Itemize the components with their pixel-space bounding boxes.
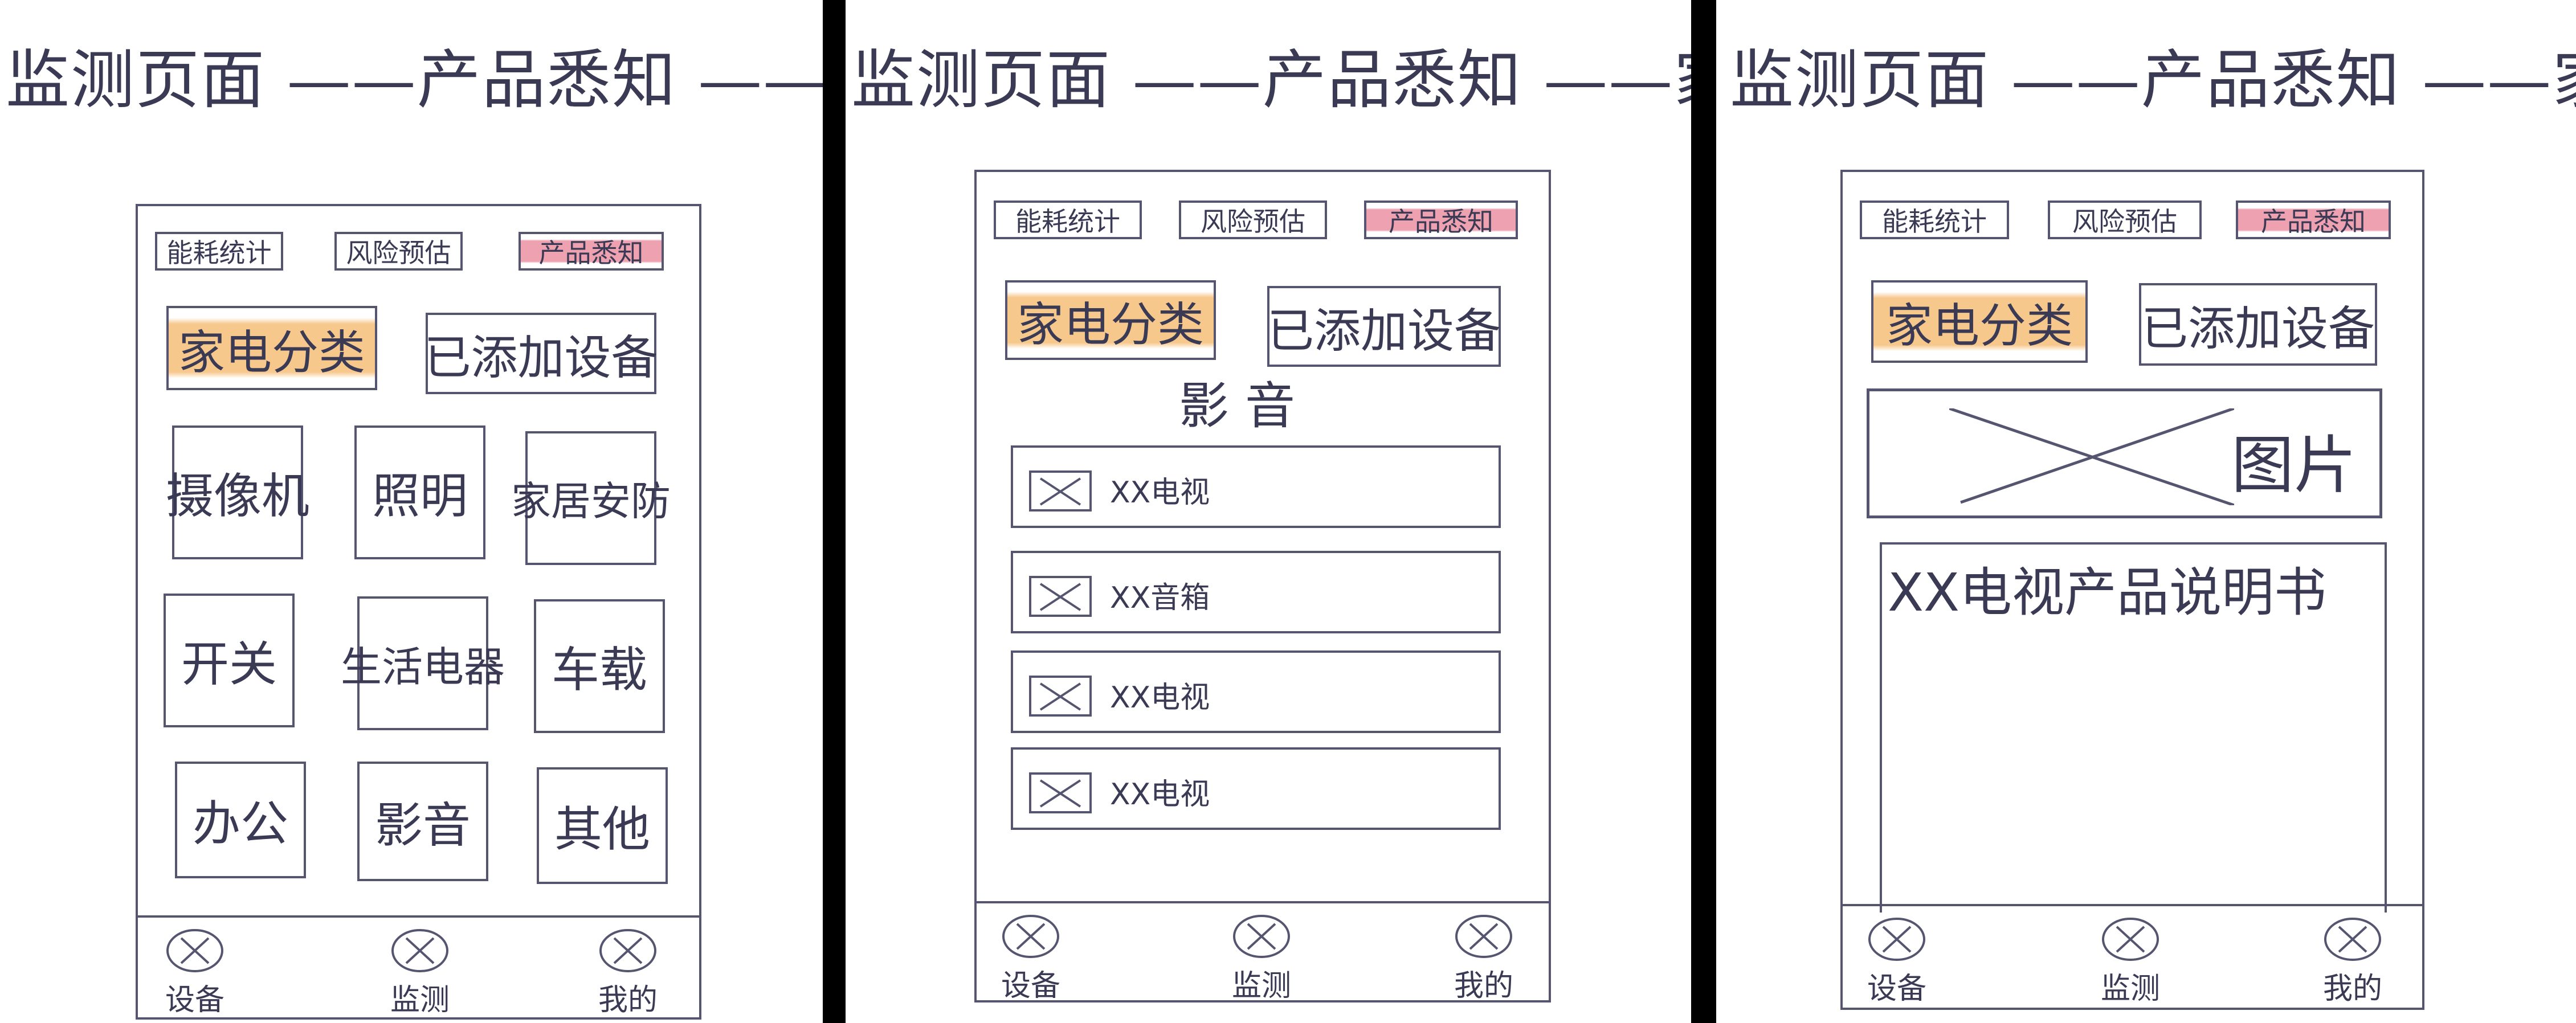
nav-monitor[interactable]: 监测 (2088, 916, 2173, 1007)
nav-devices[interactable]: 设备 (1854, 916, 1940, 1007)
segment-added-devices[interactable]: 已添加设备 (424, 313, 658, 394)
nav-mine[interactable]: 我的 (1441, 914, 1526, 1004)
nav-devices-label: 设备 (1001, 969, 1060, 1003)
segment-added-devices[interactable]: 已添加设备 (2139, 283, 2377, 366)
profile-placeholder-icon (599, 929, 656, 972)
product-manual-panel: XX电视产品说明书 (1880, 542, 2387, 912)
category-tile-switch[interactable]: 开关 (164, 594, 295, 727)
nav-monitor-label: 监测 (1231, 969, 1291, 1003)
list-item-label: XX电视 (1110, 681, 1210, 715)
nav-devices[interactable]: 设备 (152, 928, 238, 1018)
category-tile-other[interactable]: 其他 (537, 767, 668, 884)
category-tile-audio-video[interactable]: 影音 (357, 762, 488, 881)
category-tile-lighting[interactable]: 照明 (354, 425, 485, 559)
category-tile-home-security[interactable]: 家居安防 (511, 431, 671, 565)
tab-product-knowledge[interactable]: 产品悉知 (1364, 200, 1518, 239)
manual-title: XX电视产品说明书 (1888, 562, 2327, 623)
wireframe-panel-product-manual: 监测页面 ——产品悉知 ——家电分类 能耗统计 风险预估 产品悉知 家电分类 已… (1716, 0, 2576, 1023)
nav-monitor[interactable]: 监测 (1219, 914, 1304, 1004)
thumbnail-placeholder-icon (1029, 676, 1092, 717)
image-label: 图片 (2231, 429, 2357, 502)
page-title: 监测页面 ——产品悉知 ——家电分类 (6, 43, 823, 117)
segment-appliance-categories[interactable]: 家电分类 (166, 306, 377, 390)
list-item-label: XX电视 (1110, 476, 1210, 510)
nav-monitor-label: 监测 (390, 983, 450, 1017)
list-item[interactable]: XX电视 (1011, 650, 1501, 733)
nav-devices[interactable]: 设备 (988, 914, 1073, 1004)
device-placeholder-icon (1868, 918, 1925, 961)
monitor-placeholder-icon (2102, 918, 2159, 961)
tab-risk-estimate[interactable]: 风险预估 (2048, 200, 2202, 239)
segment-appliance-categories[interactable]: 家电分类 (1871, 280, 2088, 363)
nav-monitor-label: 监测 (2100, 972, 2160, 1006)
nav-devices-label: 设备 (165, 983, 224, 1017)
category-tile-appliances[interactable]: 生活电器 (341, 596, 505, 730)
page-title: 监测页面 ——产品悉知 ——家电分类 (1730, 43, 2576, 117)
tab-energy-stats[interactable]: 能耗统计 (994, 200, 1142, 239)
nav-devices-label: 设备 (1867, 972, 1926, 1006)
thumbnail-placeholder-icon (1029, 576, 1092, 617)
nav-mine[interactable]: 我的 (2310, 916, 2395, 1007)
image-placeholder-icon (1949, 408, 2234, 505)
category-tile-vehicle[interactable]: 车载 (534, 599, 665, 733)
tab-risk-estimate[interactable]: 风险预估 (334, 232, 463, 271)
nav-monitor[interactable]: 监测 (377, 928, 463, 1018)
wireframe-panel-category-grid: 监测页面 ——产品悉知 ——家电分类 能耗统计 风险预估 产品悉知 家电分类 已… (0, 0, 823, 1023)
device-placeholder-icon (166, 929, 223, 972)
section-title: 影 音 (1179, 377, 1295, 435)
bottom-nav: 设备 监测 我的 (1843, 904, 2422, 1008)
tab-product-knowledge[interactable]: 产品悉知 (2236, 200, 2391, 239)
segment-appliance-categories[interactable]: 家电分类 (1005, 280, 1216, 360)
list-item-label: XX音箱 (1110, 581, 1210, 615)
wireframe-panel-audio-video-list: 监测页面 ——产品悉知 ——家电分类 能耗统计 风险预估 产品悉知 家电分类 已… (846, 0, 1691, 1023)
category-tile-camera[interactable]: 摄像机 (166, 425, 309, 559)
bottom-nav: 设备 监测 我的 (977, 901, 1549, 1003)
nav-mine-label: 我的 (598, 983, 658, 1017)
profile-placeholder-icon (2324, 918, 2381, 961)
nav-mine[interactable]: 我的 (585, 928, 671, 1018)
list-item-label: XX电视 (1110, 778, 1210, 812)
tab-energy-stats[interactable]: 能耗统计 (1860, 200, 2009, 239)
page-title: 监测页面 ——产品悉知 ——家电分类 (851, 43, 1691, 117)
segment-added-devices[interactable]: 已添加设备 (1267, 286, 1501, 367)
phone-frame: 能耗统计 风险预估 产品悉知 家电分类 已添加设备 影 音 XX电视 XX音箱 … (974, 170, 1551, 1003)
phone-frame: 能耗统计 风险预估 产品悉知 家电分类 已添加设备 图片 XX电视产品说明书 设… (1840, 170, 2424, 1010)
bottom-nav: 设备 监测 我的 (138, 915, 699, 1017)
device-placeholder-icon (1002, 915, 1059, 958)
thumbnail-placeholder-icon (1029, 772, 1092, 813)
thumbnail-placeholder-icon (1029, 470, 1092, 512)
tab-energy-stats[interactable]: 能耗统计 (155, 232, 283, 271)
image-placeholder: 图片 (1867, 388, 2382, 518)
nav-mine-label: 我的 (1454, 969, 1513, 1003)
monitor-placeholder-icon (391, 929, 448, 972)
tab-risk-estimate[interactable]: 风险预估 (1179, 200, 1327, 239)
tab-product-knowledge[interactable]: 产品悉知 (519, 232, 664, 271)
monitor-placeholder-icon (1233, 915, 1290, 958)
nav-mine-label: 我的 (2322, 972, 2382, 1006)
list-item[interactable]: XX电视 (1011, 747, 1501, 830)
category-tile-office[interactable]: 办公 (175, 762, 306, 878)
list-item[interactable]: XX电视 (1011, 445, 1501, 528)
list-item[interactable]: XX音箱 (1011, 551, 1501, 633)
profile-placeholder-icon (1455, 915, 1512, 958)
phone-frame: 能耗统计 风险预估 产品悉知 家电分类 已添加设备 摄像机 照明 家居安防 开关… (136, 204, 701, 1020)
